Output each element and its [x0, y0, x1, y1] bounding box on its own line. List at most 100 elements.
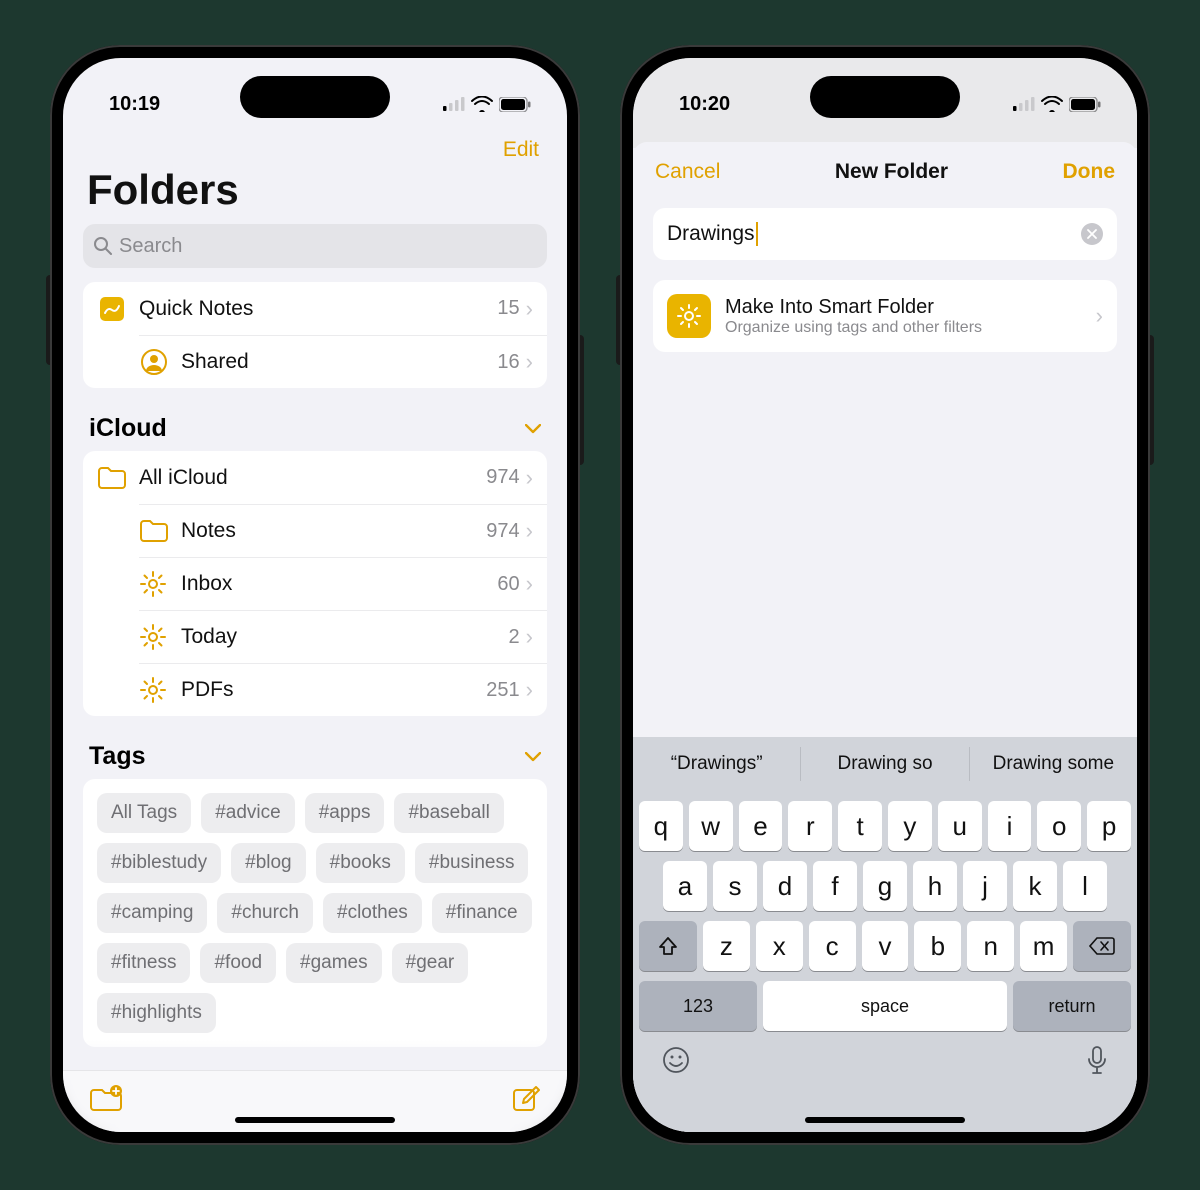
tag-pill[interactable]: #advice [201, 793, 295, 833]
key-i[interactable]: i [988, 801, 1032, 851]
folder-name-input[interactable]: Drawings [653, 208, 1117, 260]
key-r[interactable]: r [788, 801, 832, 851]
key-n[interactable]: n [967, 921, 1014, 971]
shared-icon [139, 347, 181, 377]
wifi-icon [471, 96, 493, 112]
cancel-button[interactable]: Cancel [655, 160, 720, 184]
key-s[interactable]: s [713, 861, 757, 911]
key-p[interactable]: p [1087, 801, 1131, 851]
tag-pill[interactable]: #blog [231, 843, 306, 883]
folder-row[interactable]: All iCloud974› [83, 451, 547, 504]
numbers-key[interactable]: 123 [639, 981, 757, 1031]
edit-button[interactable]: Edit [63, 132, 567, 166]
cellular-icon [443, 97, 465, 111]
key-c[interactable]: c [809, 921, 856, 971]
search-icon [93, 236, 113, 256]
key-w[interactable]: w [689, 801, 733, 851]
row-count: 974 [486, 520, 519, 543]
tag-pill[interactable]: #apps [305, 793, 385, 833]
tag-pill[interactable]: #finance [432, 893, 532, 933]
key-k[interactable]: k [1013, 861, 1057, 911]
tag-pill[interactable]: #food [200, 943, 276, 983]
icloud-folders-card: All iCloud974›Notes974›Inbox60›Today2›PD… [83, 451, 547, 716]
clear-text-button[interactable] [1081, 223, 1103, 245]
tag-pill[interactable]: #camping [97, 893, 207, 933]
done-button[interactable]: Done [1063, 160, 1116, 184]
key-x[interactable]: x [756, 921, 803, 971]
folder-row[interactable]: Shared16› [139, 335, 547, 388]
key-y[interactable]: y [888, 801, 932, 851]
tag-pill[interactable]: #fitness [97, 943, 190, 983]
home-indicator[interactable] [805, 1117, 965, 1123]
dictation-button[interactable] [1085, 1045, 1109, 1084]
icloud-section-header[interactable]: iCloud [63, 402, 567, 451]
battery-icon [499, 97, 531, 112]
tag-pill[interactable]: #biblestudy [97, 843, 221, 883]
shift-key[interactable] [639, 921, 697, 971]
tag-pill[interactable]: #church [217, 893, 313, 933]
row-label: Notes [181, 519, 486, 543]
icloud-header-label: iCloud [89, 414, 167, 443]
smart-folder-row[interactable]: Make Into Smart Folder Organize using ta… [653, 280, 1117, 352]
key-row-2: asdfghjkl [633, 861, 1137, 911]
key-t[interactable]: t [838, 801, 882, 851]
tag-pill[interactable]: #business [415, 843, 529, 883]
smart-folder-subtitle: Organize using tags and other filters [725, 319, 1096, 337]
folder-row[interactable]: Notes974› [139, 504, 547, 557]
gear-icon [139, 676, 181, 704]
key-v[interactable]: v [862, 921, 909, 971]
tags-section-header[interactable]: Tags [63, 730, 567, 779]
folder-icon [139, 518, 181, 544]
row-label: Shared [181, 350, 497, 374]
tag-pill[interactable]: #clothes [323, 893, 422, 933]
key-o[interactable]: o [1037, 801, 1081, 851]
sheet-title: New Folder [835, 160, 948, 184]
tag-pill[interactable]: #gear [392, 943, 469, 983]
chevron-right-icon: › [1096, 303, 1103, 329]
key-z[interactable]: z [703, 921, 750, 971]
tag-pill[interactable]: #baseball [394, 793, 503, 833]
folder-row[interactable]: PDFs251› [139, 663, 547, 716]
key-row-3-letters: zxcvbnm [703, 921, 1067, 971]
search-input[interactable]: Search [83, 224, 547, 268]
return-key[interactable]: return [1013, 981, 1131, 1031]
key-h[interactable]: h [913, 861, 957, 911]
tag-pill[interactable]: #games [286, 943, 382, 983]
keyboard-suggestion[interactable]: Drawing some [969, 747, 1137, 781]
key-g[interactable]: g [863, 861, 907, 911]
folder-row[interactable]: Quick Notes15› [83, 282, 547, 335]
row-label: Quick Notes [139, 297, 497, 321]
key-l[interactable]: l [1063, 861, 1107, 911]
chevron-right-icon: › [526, 571, 533, 597]
key-a[interactable]: a [663, 861, 707, 911]
tag-pill[interactable]: #highlights [97, 993, 216, 1033]
chevron-right-icon: › [526, 465, 533, 491]
tag-pill[interactable]: #books [316, 843, 405, 883]
folder-name-value: Drawings [667, 222, 755, 245]
key-q[interactable]: q [639, 801, 683, 851]
new-folder-button[interactable] [89, 1085, 123, 1118]
chevron-down-icon [525, 745, 541, 768]
key-m[interactable]: m [1020, 921, 1067, 971]
key-row-4: 123 space return [633, 981, 1137, 1031]
emoji-button[interactable] [661, 1045, 691, 1084]
home-indicator[interactable] [235, 1117, 395, 1123]
key-j[interactable]: j [963, 861, 1007, 911]
compose-button[interactable] [511, 1084, 541, 1119]
key-b[interactable]: b [914, 921, 961, 971]
folder-row[interactable]: Inbox60› [139, 557, 547, 610]
folder-row[interactable]: Today2› [139, 610, 547, 663]
key-e[interactable]: e [739, 801, 783, 851]
screen-new-folder: 10:20 Cancel New Folder Done Drawings [633, 58, 1137, 1132]
key-d[interactable]: d [763, 861, 807, 911]
key-f[interactable]: f [813, 861, 857, 911]
row-label: All iCloud [139, 466, 486, 490]
keyboard-suggestion[interactable]: Drawing so [800, 747, 968, 781]
gear-icon [667, 294, 711, 338]
key-u[interactable]: u [938, 801, 982, 851]
backspace-key[interactable] [1073, 921, 1131, 971]
tag-pill[interactable]: All Tags [97, 793, 191, 833]
keyboard-suggestion[interactable]: “Drawings” [633, 737, 800, 791]
space-key[interactable]: space [763, 981, 1007, 1031]
cellular-icon [1013, 97, 1035, 111]
